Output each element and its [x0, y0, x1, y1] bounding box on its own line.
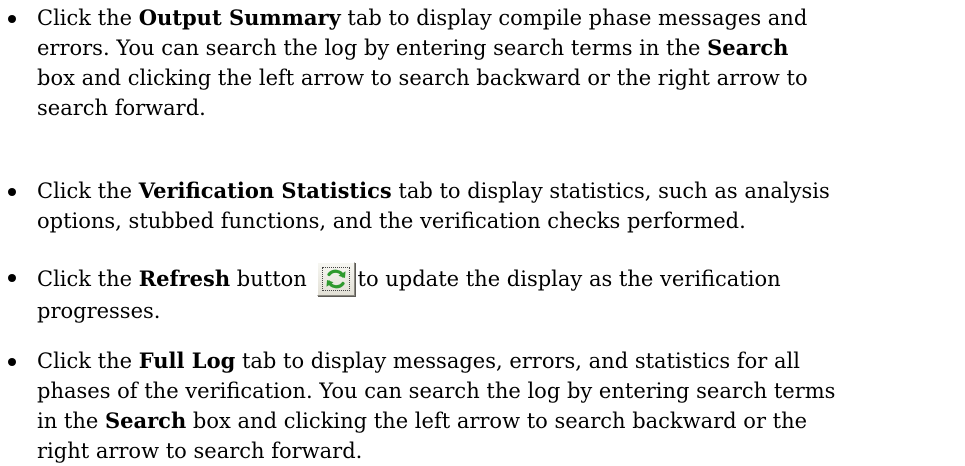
text-run: phases of the verification. You can sear… [37, 379, 836, 403]
text-run: tab to display statistics, such as analy… [391, 179, 830, 203]
text-run: search forward. [37, 96, 206, 120]
text-run: errors. You can search the log by enteri… [37, 36, 708, 60]
text-run: box and clicking the left arrow to searc… [186, 409, 808, 433]
text-line: box and clicking the left arrow to searc… [37, 63, 937, 93]
bold-term-output-summary: Output Summary [138, 5, 341, 30]
text-run: options, stubbed functions, and the veri… [37, 209, 746, 233]
bold-term-search: Search [104, 408, 187, 433]
text-run: tab to display messages, errors, and sta… [235, 349, 800, 373]
text-line: options, stubbed functions, and the veri… [37, 206, 937, 236]
text-line: in the Search box and clicking the left … [37, 406, 937, 436]
text-line: Click the Refresh button to update the d… [37, 262, 937, 296]
bullet-icon [8, 188, 16, 196]
text-line: Click the Verification Statistics tab to… [37, 176, 937, 206]
list-item-text: Click the Refresh button to update the d… [37, 262, 937, 326]
text-run: Click the [37, 6, 139, 30]
text-run: Click the [37, 179, 139, 203]
text-line: errors. You can search the log by enteri… [37, 33, 937, 63]
text-line: right arrow to search forward. [37, 436, 937, 466]
bullet-icon [8, 274, 16, 282]
text-line: progresses. [37, 296, 937, 326]
text-run: right arrow to search forward. [37, 439, 363, 463]
bold-term-refresh: Refresh [138, 266, 231, 291]
refresh-button[interactable] [316, 262, 355, 296]
bullet-icon [8, 358, 16, 366]
list-item-text: Click the Full Log tab to display messag… [37, 346, 937, 466]
document-body: Click the Output Summary tab to display … [0, 0, 965, 463]
bold-term-verification-statistics: Verification Statistics [138, 178, 392, 203]
text-line: Click the Output Summary tab to display … [37, 3, 937, 33]
text-run: button [230, 267, 307, 291]
text-run: box and clicking the left arrow to searc… [37, 66, 808, 90]
text-run: Click the [37, 267, 139, 291]
list-item-text: Click the Verification Statistics tab to… [37, 176, 937, 236]
bold-term-search: Search [707, 35, 789, 60]
text-run: Click the [37, 349, 139, 373]
text-line: search forward. [37, 93, 937, 123]
refresh-icon [326, 269, 345, 289]
text-run: progresses. [37, 299, 161, 323]
text-line: phases of the verification. You can sear… [37, 376, 937, 406]
bold-term-full-log: Full Log [138, 348, 236, 373]
text-run: to update the display as the verificatio… [357, 267, 781, 291]
text-run: tab to display compile phase messages an… [340, 6, 808, 30]
bullet-icon [8, 15, 16, 23]
text-run: in the [37, 409, 105, 433]
text-line: Click the Full Log tab to display messag… [37, 346, 937, 376]
list-item-text: Click the Output Summary tab to display … [37, 3, 937, 123]
